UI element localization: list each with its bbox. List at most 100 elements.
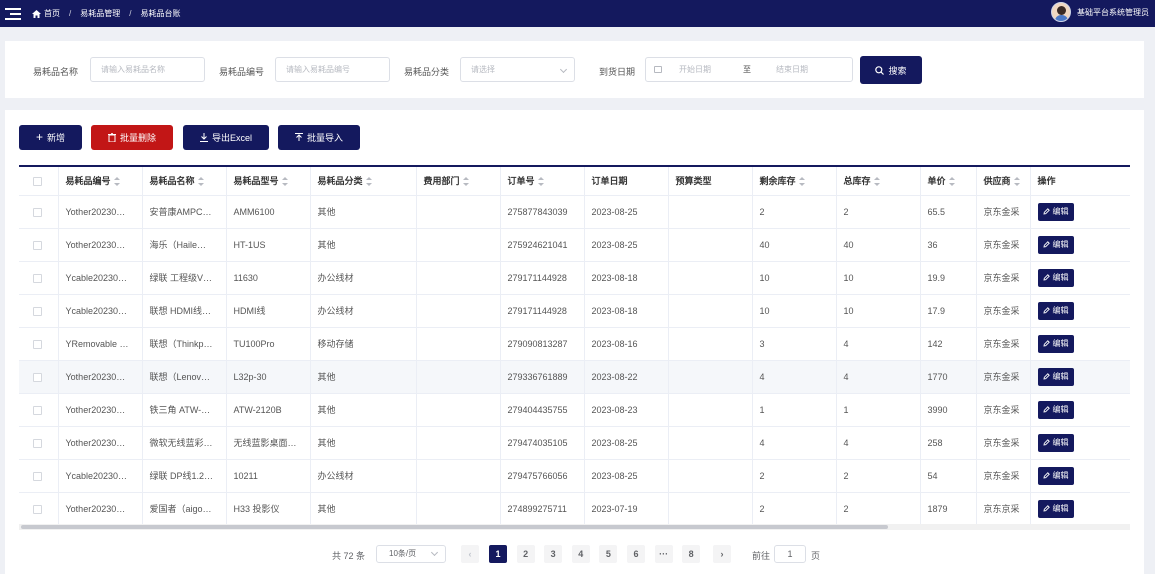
code-input[interactable]: 请输入易耗品编号 <box>275 57 390 82</box>
edit-button[interactable]: 编辑 <box>1037 235 1074 254</box>
prev-page-button[interactable]: ‹ <box>461 545 479 563</box>
goto-page-input[interactable]: 1 <box>774 545 806 563</box>
row-checkbox[interactable] <box>33 372 42 382</box>
category-label: 易耗品分类 <box>404 67 450 77</box>
next-page-button[interactable]: › <box>713 545 731 563</box>
column-header-department[interactable]: 费用部门 <box>416 167 501 196</box>
chevron-down-icon <box>559 65 568 74</box>
menu-toggle-icon[interactable] <box>5 7 21 20</box>
edit-icon <box>1042 472 1050 479</box>
sort-icon[interactable] <box>948 177 955 187</box>
batch-delete-button[interactable]: 批量删除 <box>91 125 173 150</box>
row-checkbox[interactable] <box>33 438 42 448</box>
cell-name: 联想 HDMI线… <box>142 294 227 328</box>
sort-icon[interactable] <box>1013 177 1020 187</box>
edit-button[interactable]: 编辑 <box>1037 466 1074 485</box>
cell-budget-type <box>668 492 753 525</box>
table-row[interactable]: Yother20230… 爱国者（aigo… H33 投影仪 其他 2748992757… <box>19 492 1130 525</box>
edit-button[interactable]: 编辑 <box>1037 400 1074 419</box>
upload-icon <box>294 133 303 141</box>
table-row[interactable]: Ycable20230… 联想 HDMI线… HDMI线 办公线材 2791711449… <box>19 294 1130 328</box>
sort-icon[interactable] <box>281 177 288 187</box>
page-button[interactable]: 3 <box>544 545 563 563</box>
row-checkbox[interactable] <box>33 306 42 316</box>
scrollbar-thumb[interactable] <box>21 525 888 529</box>
table-row[interactable]: Ycable20230… 绿联 DP线1.2… 10211 办公线材 279475766… <box>19 459 1130 493</box>
sort-icon[interactable] <box>537 177 544 187</box>
cell-order-date: 2023-07-19 <box>584 492 669 525</box>
add-button[interactable]: + 新增 <box>19 125 82 150</box>
edit-button[interactable]: 编辑 <box>1037 334 1074 353</box>
sort-icon[interactable] <box>197 177 204 187</box>
edit-button[interactable]: 编辑 <box>1037 367 1074 386</box>
edit-icon <box>1042 406 1050 413</box>
name-input[interactable]: 请输入易耗品名称 <box>90 57 205 82</box>
table-row[interactable]: Yother20230… 联想（Lenov… L32p-30 其他 2793367618… <box>19 360 1130 394</box>
row-checkbox[interactable] <box>33 405 42 415</box>
sort-icon[interactable] <box>798 177 805 187</box>
cell-name: 铁三角 ATW-… <box>142 393 227 427</box>
column-header-category[interactable]: 易耗品分类 <box>310 167 417 196</box>
sort-icon[interactable] <box>113 177 120 187</box>
page-button[interactable]: 8 <box>682 545 701 563</box>
edit-button[interactable]: 编辑 <box>1037 202 1074 221</box>
cell-supplier: 京东金采 <box>976 228 1031 262</box>
edit-button[interactable]: 编辑 <box>1037 433 1074 452</box>
column-header-remaining-stock[interactable]: 剩余库存 <box>752 167 837 196</box>
date-range-picker[interactable]: 开始日期 至 结束日期 <box>645 57 853 82</box>
row-checkbox[interactable] <box>33 207 42 217</box>
cell-name: 微软无线蓝彩… <box>142 426 227 460</box>
table-row[interactable]: Yother20230… 安普康AMPC… AMM6100 其他 27587784303… <box>19 195 1130 229</box>
sort-icon[interactable] <box>462 177 469 187</box>
column-header-name[interactable]: 易耗品名称 <box>142 167 227 196</box>
sort-icon[interactable] <box>873 177 880 187</box>
category-select[interactable]: 请选择 <box>460 57 575 82</box>
row-checkbox[interactable] <box>33 339 42 349</box>
select-all-checkbox[interactable] <box>33 176 42 186</box>
cell-name: 安普康AMPC… <box>142 195 227 229</box>
edit-button[interactable]: 编辑 <box>1037 499 1074 518</box>
page-button[interactable]: 2 <box>516 545 535 563</box>
cell-order-no: 279475766056 <box>500 459 585 493</box>
cell-unit-price: 1879 <box>920 492 977 525</box>
end-date-input[interactable]: 结束日期 <box>776 58 808 81</box>
cell-budget-type <box>668 294 753 328</box>
breadcrumb-home[interactable]: 首页 <box>32 8 60 19</box>
start-date-input[interactable]: 开始日期 <box>679 58 711 81</box>
edit-button[interactable]: 编辑 <box>1037 301 1074 320</box>
cell-budget-type <box>668 261 753 295</box>
breadcrumb-current: 易耗品台账 <box>140 9 181 18</box>
table-row[interactable]: Yother20230… 海乐（Haile… HT-1US 其他 27592462104… <box>19 228 1130 262</box>
cell-unit-price: 142 <box>920 327 977 361</box>
column-header-model[interactable]: 易耗品型号 <box>226 167 311 196</box>
cell-code: Yother20230… <box>58 228 143 262</box>
row-checkbox[interactable] <box>33 273 42 283</box>
column-header-supplier[interactable]: 供应商 <box>976 167 1031 196</box>
table-row[interactable]: YRemovable … 联想（Thinkp… TU100Pro 移动存储 279090… <box>19 327 1130 361</box>
page-size-select[interactable]: 10条/页 <box>376 545 446 563</box>
horizontal-scrollbar[interactable] <box>19 524 1130 530</box>
column-header-total-stock[interactable]: 总库存 <box>836 167 921 196</box>
page-button[interactable]: 4 <box>571 545 590 563</box>
table-row[interactable]: Yother20230… 铁三角 ATW-… ATW-2120B 其他 27940443… <box>19 393 1130 427</box>
column-header-order-no[interactable]: 订单号 <box>500 167 585 196</box>
user-menu[interactable]: 基础平台系统管理员 <box>1051 2 1149 22</box>
row-checkbox[interactable] <box>33 240 42 250</box>
page-button[interactable]: 6 <box>627 545 645 563</box>
breadcrumb-item[interactable]: 易耗品管理 <box>80 8 120 19</box>
page-button[interactable]: 5 <box>599 545 618 563</box>
column-header-unit-price[interactable]: 单价 <box>920 167 977 196</box>
row-checkbox[interactable] <box>33 471 42 481</box>
sort-icon[interactable] <box>365 177 372 187</box>
page-ellipsis[interactable]: ··· <box>654 545 673 563</box>
batch-import-button[interactable]: 批量导入 <box>278 125 360 150</box>
column-header-budget-type: 预算类型 <box>668 167 753 196</box>
table-row[interactable]: Ycable20230… 绿联 工程级V… 11630 办公线材 27917114492… <box>19 261 1130 295</box>
edit-button[interactable]: 编辑 <box>1037 268 1074 287</box>
row-checkbox[interactable] <box>33 504 42 514</box>
search-button[interactable]: 搜索 <box>860 56 922 84</box>
table-row[interactable]: Yother20230… 微软无线蓝彩… 无线蓝影桌面… 其他 279474035105… <box>19 426 1130 460</box>
page-button[interactable]: 1 <box>489 545 507 563</box>
column-header-code[interactable]: 易耗品编号 <box>58 167 143 196</box>
export-excel-button[interactable]: 导出Excel <box>183 125 269 150</box>
